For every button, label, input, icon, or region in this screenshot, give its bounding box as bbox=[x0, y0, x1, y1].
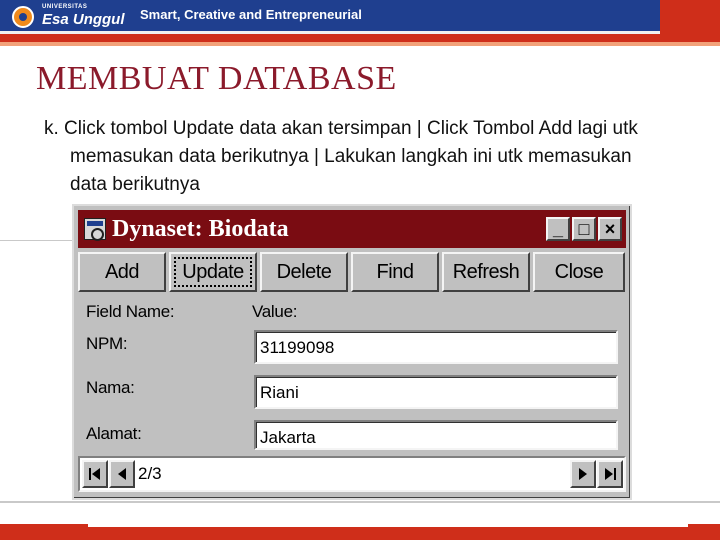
last-record-icon bbox=[605, 468, 616, 480]
alamat-label: Alamat: bbox=[86, 424, 142, 443]
bottom-divider bbox=[0, 501, 720, 503]
footer-stripe bbox=[88, 524, 688, 527]
npm-field[interactable]: 31199098 bbox=[254, 330, 618, 364]
delete-button[interactable]: Delete bbox=[260, 252, 348, 292]
close-window-button[interactable]: × bbox=[598, 217, 622, 241]
close-button[interactable]: Close bbox=[533, 252, 625, 292]
update-button[interactable]: Update bbox=[169, 252, 257, 292]
add-button[interactable]: Add bbox=[78, 252, 166, 292]
last-record-button[interactable] bbox=[597, 460, 623, 488]
banner-divider bbox=[0, 42, 720, 46]
side-divider bbox=[0, 240, 72, 241]
record-position: 2/3 bbox=[138, 464, 162, 483]
nama-field[interactable]: Riani bbox=[254, 375, 618, 409]
maximize-button[interactable]: □ bbox=[572, 217, 596, 241]
slide-bullet-text: k. Click tombol Update data akan tersimp… bbox=[44, 118, 638, 195]
slide-title: MEMBUAT DATABASE bbox=[36, 60, 397, 97]
banner-inner: UNIVERSITAS Esa Unggul Smart, Creative a… bbox=[0, 0, 660, 34]
first-record-icon bbox=[89, 468, 100, 480]
previous-record-button[interactable] bbox=[109, 460, 135, 488]
find-button[interactable]: Find bbox=[351, 252, 439, 292]
npm-label: NPM: bbox=[86, 334, 128, 353]
header-banner: UNIVERSITAS Esa Unggul Smart, Creative a… bbox=[0, 0, 720, 46]
window-title: Dynaset: Biodata bbox=[112, 216, 289, 242]
brand-small-text: UNIVERSITAS bbox=[42, 4, 88, 10]
value-header: Value: bbox=[252, 302, 298, 321]
tagline: Smart, Creative and Entrepreneurial bbox=[140, 7, 362, 22]
refresh-button[interactable]: Refresh bbox=[442, 252, 530, 292]
action-button-row: Add Update Delete Find Refresh Close bbox=[78, 252, 628, 294]
record-navigator: 2/3 bbox=[78, 456, 626, 492]
window-titlebar[interactable]: Dynaset: Biodata _ □ × bbox=[78, 210, 626, 248]
database-app-icon bbox=[84, 218, 106, 241]
field-name-header: Field Name: bbox=[86, 302, 175, 321]
next-record-button[interactable] bbox=[570, 460, 596, 488]
alamat-field[interactable]: Jakarta bbox=[254, 420, 618, 450]
previous-record-icon bbox=[118, 468, 126, 480]
university-logo-icon bbox=[12, 6, 34, 28]
brand-name: Esa Unggul bbox=[42, 11, 125, 28]
minimize-button[interactable]: _ bbox=[546, 217, 570, 241]
nama-label: Nama: bbox=[86, 378, 135, 397]
next-record-icon bbox=[579, 468, 587, 480]
first-record-button[interactable] bbox=[82, 460, 108, 488]
dynaset-window: Dynaset: Biodata _ □ × Add Update Delete… bbox=[72, 204, 632, 500]
